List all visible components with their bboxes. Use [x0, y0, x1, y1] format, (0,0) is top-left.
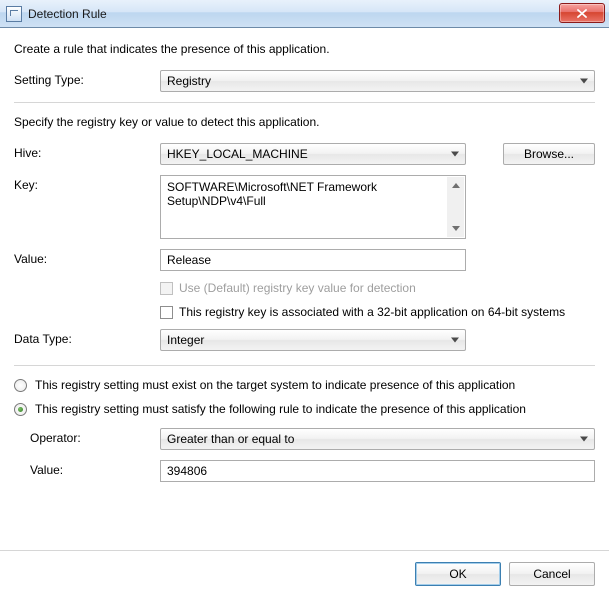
window-title: Detection Rule: [28, 7, 107, 21]
browse-button-label: Browse...: [524, 147, 574, 161]
value-text: Release: [167, 253, 211, 267]
scroll-down-icon[interactable]: [447, 220, 464, 237]
cancel-button[interactable]: Cancel: [509, 562, 595, 586]
assoc-32bit-checkbox[interactable]: [160, 306, 173, 319]
hive-select[interactable]: HKEY_LOCAL_MACHINE: [160, 143, 466, 165]
setting-type-select[interactable]: Registry: [160, 70, 595, 92]
dialog-footer: OK Cancel: [0, 550, 609, 596]
close-button[interactable]: [559, 3, 605, 23]
key-value: SOFTWARE\Microsoft\NET Framework Setup\N…: [167, 180, 377, 208]
value-label: Value:: [14, 249, 160, 266]
key-label: Key:: [14, 175, 160, 192]
operator-label: Operator:: [30, 428, 160, 445]
value-input[interactable]: Release: [160, 249, 466, 271]
hive-label: Hive:: [14, 143, 160, 160]
registry-section-desc: Specify the registry key or value to det…: [14, 115, 595, 129]
chevron-down-icon: [580, 437, 588, 442]
assoc-32bit-label: This registry key is associated with a 3…: [179, 305, 565, 319]
rule-value-text: 394806: [167, 464, 207, 478]
title-bar: Detection Rule: [0, 0, 609, 28]
chevron-down-icon: [451, 338, 459, 343]
hive-value: HKEY_LOCAL_MACHINE: [167, 147, 308, 161]
chevron-down-icon: [580, 79, 588, 84]
setting-type-value: Registry: [167, 74, 211, 88]
close-icon: [577, 9, 587, 18]
data-type-label: Data Type:: [14, 329, 160, 346]
scrollbar[interactable]: [447, 177, 464, 237]
key-textarea[interactable]: SOFTWARE\Microsoft\NET Framework Setup\N…: [160, 175, 466, 239]
data-type-select[interactable]: Integer: [160, 329, 466, 351]
separator: [14, 102, 595, 103]
operator-value: Greater than or equal to: [167, 432, 294, 446]
rule-value-label: Value:: [30, 460, 160, 477]
operator-select[interactable]: Greater than or equal to: [160, 428, 595, 450]
use-default-checkbox: [160, 282, 173, 295]
separator: [14, 365, 595, 366]
ok-button[interactable]: OK: [415, 562, 501, 586]
intro-text: Create a rule that indicates the presenc…: [14, 42, 595, 56]
radio-must-satisfy[interactable]: [14, 403, 27, 416]
cancel-button-label: Cancel: [533, 567, 570, 581]
app-icon: [6, 6, 22, 22]
radio-must-exist[interactable]: [14, 379, 27, 392]
chevron-down-icon: [451, 152, 459, 157]
scroll-up-icon[interactable]: [447, 177, 464, 194]
use-default-label: Use (Default) registry key value for det…: [179, 281, 416, 295]
dialog-content: Create a rule that indicates the presenc…: [0, 28, 609, 506]
data-type-value: Integer: [167, 333, 204, 347]
ok-button-label: OK: [449, 567, 466, 581]
rule-value-input[interactable]: 394806: [160, 460, 595, 482]
browse-button[interactable]: Browse...: [503, 143, 595, 165]
setting-type-label: Setting Type:: [14, 70, 160, 87]
radio-must-exist-label: This registry setting must exist on the …: [35, 378, 515, 392]
radio-must-satisfy-label: This registry setting must satisfy the f…: [35, 402, 526, 416]
